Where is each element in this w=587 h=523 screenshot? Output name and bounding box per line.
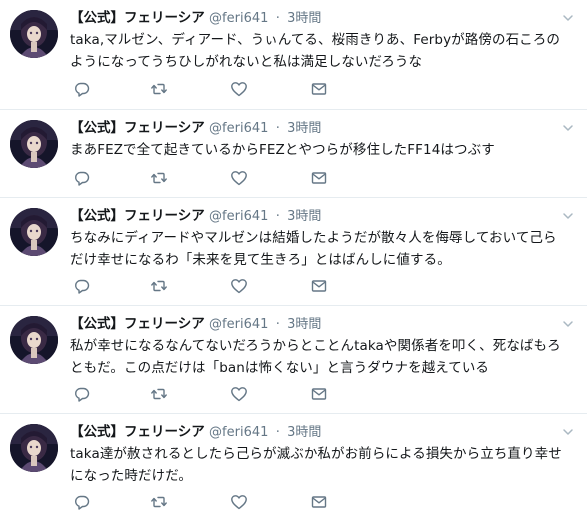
- tweet[interactable]: 【公式】フェリーシア @feri641 · 3時間 私が幸せになるなんてないだろ…: [0, 306, 587, 414]
- avatar[interactable]: [10, 10, 58, 58]
- tweet-header: 【公式】フェリーシア @feri641 · 3時間: [70, 423, 579, 442]
- tweet-content: 【公式】フェリーシア @feri641 · 3時間 まあFEZで全て起きているか…: [70, 119, 579, 161]
- tweet-actions: [70, 80, 330, 98]
- tweet-text: taka,マルゼン、ディアード、うぃんてる、桜雨きりあ、Ferbyが路傍の石ころ…: [70, 32, 560, 70]
- tweet-content: 【公式】フェリーシア @feri641 · 3時間 taka,マルゼン、ディアー…: [70, 9, 579, 73]
- display-name[interactable]: 【公式】フェリーシア: [70, 120, 205, 136]
- chevron-down-icon[interactable]: [561, 121, 575, 135]
- envelope-icon[interactable]: [310, 80, 328, 98]
- tweet-timestamp[interactable]: 3時間: [287, 209, 321, 224]
- tweet[interactable]: 【公式】フェリーシア @feri641 · 3時間 まあFEZで全て起きているか…: [0, 110, 587, 198]
- tweet-actions: [70, 493, 330, 511]
- tweet-actions: [70, 169, 330, 187]
- envelope-icon[interactable]: [310, 385, 328, 403]
- reply-icon[interactable]: [73, 277, 91, 295]
- reply-icon[interactable]: [73, 80, 91, 98]
- avatar[interactable]: [10, 208, 58, 256]
- tweet-header: 【公式】フェリーシア @feri641 · 3時間: [70, 119, 579, 138]
- user-handle[interactable]: @feri641: [209, 209, 268, 224]
- tweet-text: taka達が赦されるとしたら己らが滅ぶか私がお前らによる損失から立ち直り幸せ に…: [70, 446, 562, 484]
- envelope-icon[interactable]: [310, 277, 328, 295]
- retweet-icon[interactable]: [150, 80, 168, 98]
- tweet-content: 【公式】フェリーシア @feri641 · 3時間 taka達が赦されるとしたら…: [70, 423, 579, 487]
- retweet-icon[interactable]: [150, 169, 168, 187]
- avatar[interactable]: [10, 424, 58, 472]
- separator-dot: ·: [275, 209, 280, 224]
- display-name[interactable]: 【公式】フェリーシア: [70, 424, 205, 440]
- chevron-down-icon[interactable]: [561, 11, 575, 25]
- tweet[interactable]: 【公式】フェリーシア @feri641 · 3時間 ちなみにディアードやマルゼン…: [0, 198, 587, 306]
- separator-dot: ·: [275, 121, 280, 136]
- tweet-timeline: 【公式】フェリーシア @feri641 · 3時間 taka,マルゼン、ディアー…: [0, 0, 587, 523]
- retweet-icon[interactable]: [150, 493, 168, 511]
- heart-icon[interactable]: [230, 277, 248, 295]
- tweet-timestamp[interactable]: 3時間: [287, 11, 321, 26]
- display-name[interactable]: 【公式】フェリーシア: [70, 10, 205, 26]
- separator-dot: ·: [275, 317, 280, 332]
- separator-dot: ·: [275, 425, 280, 440]
- envelope-icon[interactable]: [310, 493, 328, 511]
- tweet-timestamp[interactable]: 3時間: [287, 425, 321, 440]
- tweet-timestamp[interactable]: 3時間: [287, 121, 321, 136]
- chevron-down-icon[interactable]: [561, 425, 575, 439]
- tweet-text: ちなみにディアードやマルゼンは結婚したようだが散々人を侮辱しておいて己ら だけ幸…: [70, 230, 557, 268]
- tweet[interactable]: 【公式】フェリーシア @feri641 · 3時間 taka達が赦されるとしたら…: [0, 414, 587, 523]
- heart-icon[interactable]: [230, 169, 248, 187]
- heart-icon[interactable]: [230, 385, 248, 403]
- user-handle[interactable]: @feri641: [209, 317, 268, 332]
- user-handle[interactable]: @feri641: [209, 11, 268, 26]
- tweet-content: 【公式】フェリーシア @feri641 · 3時間 私が幸せになるなんてないだろ…: [70, 315, 579, 379]
- tweet[interactable]: 【公式】フェリーシア @feri641 · 3時間 taka,マルゼン、ディアー…: [0, 0, 587, 110]
- chevron-down-icon[interactable]: [561, 317, 575, 331]
- tweet-text: まあFEZで全て起きているからFEZとやつらが移住したFF14はつぶす: [70, 142, 495, 158]
- tweet-header: 【公式】フェリーシア @feri641 · 3時間: [70, 207, 579, 226]
- tweet-header: 【公式】フェリーシア @feri641 · 3時間: [70, 315, 579, 334]
- heart-icon[interactable]: [230, 80, 248, 98]
- separator-dot: ·: [275, 11, 280, 26]
- reply-icon[interactable]: [73, 385, 91, 403]
- tweet-actions: [70, 277, 330, 295]
- envelope-icon[interactable]: [310, 169, 328, 187]
- tweet-content: 【公式】フェリーシア @feri641 · 3時間 ちなみにディアードやマルゼン…: [70, 207, 579, 271]
- tweet-actions: [70, 385, 330, 403]
- heart-icon[interactable]: [230, 493, 248, 511]
- tweet-header: 【公式】フェリーシア @feri641 · 3時間: [70, 9, 579, 28]
- retweet-icon[interactable]: [150, 277, 168, 295]
- retweet-icon[interactable]: [150, 385, 168, 403]
- avatar[interactable]: [10, 316, 58, 364]
- display-name[interactable]: 【公式】フェリーシア: [70, 316, 205, 332]
- tweet-text: 私が幸せになるなんてないだろうからとことんtakaや関係者を叩く、死なばもろ と…: [70, 338, 561, 376]
- user-handle[interactable]: @feri641: [209, 121, 268, 136]
- display-name[interactable]: 【公式】フェリーシア: [70, 208, 205, 224]
- user-handle[interactable]: @feri641: [209, 425, 268, 440]
- tweet-timestamp[interactable]: 3時間: [287, 317, 321, 332]
- chevron-down-icon[interactable]: [561, 209, 575, 223]
- reply-icon[interactable]: [73, 169, 91, 187]
- reply-icon[interactable]: [73, 493, 91, 511]
- avatar[interactable]: [10, 120, 58, 168]
